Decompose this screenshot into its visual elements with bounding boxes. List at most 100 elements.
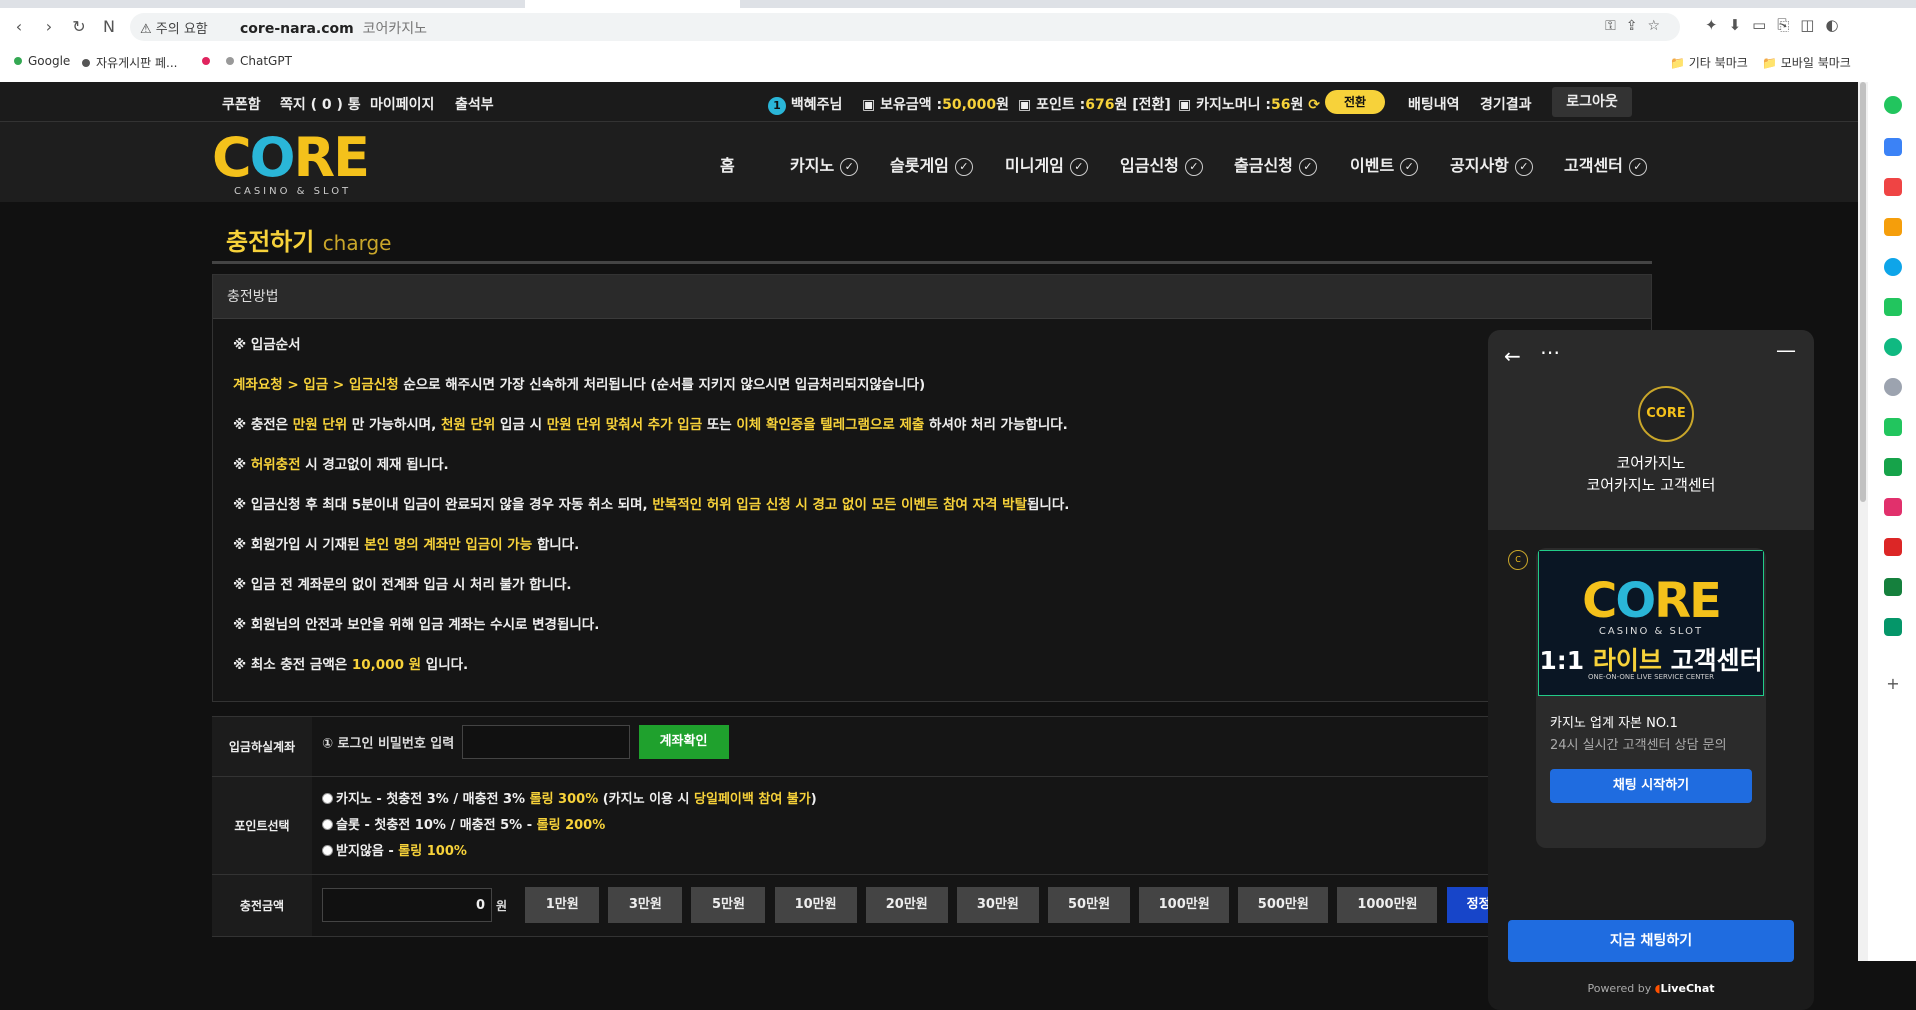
nav-slot[interactable]: 슬롯게임 ✓ bbox=[890, 152, 973, 176]
extension-icons[interactable]: ✦⬇▭⎘◫◐ bbox=[1705, 16, 1850, 34]
nav-label: 고객센터 bbox=[1564, 156, 1623, 175]
message-link[interactable]: 쪽지 ( 0 ) 통 bbox=[280, 94, 361, 114]
more-icon[interactable]: ⋯ bbox=[1540, 340, 1560, 364]
check-icon: ✓ bbox=[1069, 158, 1088, 176]
amount-500man[interactable]: 500만원 bbox=[1238, 887, 1329, 923]
side-app-icon[interactable] bbox=[1884, 618, 1902, 636]
nav-deposit[interactable]: 입금신청 ✓ bbox=[1120, 152, 1203, 176]
side-app-icon[interactable] bbox=[1884, 458, 1902, 476]
side-app-icon[interactable] bbox=[1884, 418, 1902, 436]
check-icon: ✓ bbox=[1298, 158, 1317, 176]
home-icon[interactable]: N bbox=[98, 16, 120, 38]
side-app-icon[interactable] bbox=[1884, 498, 1902, 516]
radio-icon[interactable] bbox=[322, 819, 333, 830]
side-app-icon[interactable] bbox=[1884, 138, 1902, 156]
powered-by[interactable]: Powered by ◖LiveChat bbox=[1488, 982, 1814, 995]
option-highlight: 당일페이백 참여 불가 bbox=[694, 792, 811, 807]
user-info: 1 백혜주님 bbox=[768, 94, 842, 115]
bet-history-link[interactable]: 배팅내역 bbox=[1408, 94, 1460, 114]
security-warning[interactable]: ⚠ 주의 요함 bbox=[140, 18, 208, 37]
side-app-icon[interactable] bbox=[1884, 258, 1902, 276]
nav-notice[interactable]: 공지사항 ✓ bbox=[1450, 152, 1533, 176]
amount-100man[interactable]: 100만원 bbox=[1139, 887, 1230, 923]
page-scrollbar[interactable] bbox=[1858, 82, 1868, 961]
notice-text: ※ 입금순서 bbox=[233, 337, 301, 353]
back-arrow-icon[interactable]: ← bbox=[1504, 344, 1521, 368]
notice-line: ※ 입금 전 계좌문의 없이 전계좌 입금 시 처리 불가 합니다. bbox=[233, 573, 1631, 613]
side-app-icon[interactable] bbox=[1884, 338, 1902, 356]
radio-none[interactable]: 받지않음 - 롤링 100% bbox=[322, 839, 1642, 865]
back-icon[interactable]: ‹ bbox=[8, 16, 30, 38]
amount-20man[interactable]: 20만원 bbox=[865, 887, 948, 923]
point-info[interactable]: ▣ 포인트 :676원 [전환] bbox=[1018, 94, 1171, 114]
amount-10man[interactable]: 10만원 bbox=[774, 887, 857, 923]
side-app-icon[interactable] bbox=[1884, 578, 1902, 596]
mypage-link[interactable]: 마이페이지 bbox=[370, 94, 434, 114]
nav-minigame[interactable]: 미니게임 ✓ bbox=[1005, 152, 1088, 176]
option-highlight: 롤링 300% bbox=[529, 792, 599, 807]
nav-label: 카지노 bbox=[790, 156, 835, 175]
side-app-icon[interactable] bbox=[1884, 298, 1902, 316]
side-app-icon[interactable] bbox=[1884, 538, 1902, 556]
casino-site: 쿠폰함 쪽지 ( 0 ) 통 마이페이지 출석부 1 백혜주님 ▣ 보유금액 :… bbox=[0, 82, 1858, 1010]
nav-label: 입금신청 bbox=[1120, 156, 1179, 175]
nav-home[interactable]: 홈 bbox=[720, 152, 735, 176]
notice-line: 계좌요청 > 입금 > 입금신청 순으로 해주시면 가장 신속하게 처리됩니다 … bbox=[233, 373, 1631, 413]
user-topbar: 쿠폰함 쪽지 ( 0 ) 통 마이페이지 출석부 1 백혜주님 ▣ 보유금액 :… bbox=[0, 82, 1858, 122]
refresh-icon[interactable]: ⟳ bbox=[1308, 97, 1320, 113]
add-icon[interactable]: + bbox=[1884, 674, 1902, 693]
radio-slot[interactable]: 슬롯 - 첫충전 10% / 매충전 5% - 롤링 200% bbox=[322, 813, 1642, 839]
side-app-icon[interactable] bbox=[1884, 218, 1902, 236]
side-app-icon[interactable] bbox=[1884, 378, 1902, 396]
bookmark-red[interactable] bbox=[202, 54, 216, 68]
side-app-icon[interactable] bbox=[1884, 178, 1902, 196]
account-check-button[interactable]: 계좌확인 bbox=[638, 725, 729, 759]
bookmark-label: 자유게시판 페... bbox=[96, 56, 178, 70]
amount-3man[interactable]: 3만원 bbox=[608, 887, 683, 923]
start-chat-button[interactable]: 채팅 시작하기 bbox=[1550, 769, 1752, 803]
amount-1000man[interactable]: 1000만원 bbox=[1337, 887, 1438, 923]
nav-withdraw[interactable]: 출금신청 ✓ bbox=[1234, 152, 1317, 176]
point-row: 포인트선택 카지노 - 첫충전 3% / 매충전 3% 롤링 300% (카지노… bbox=[212, 777, 1652, 875]
active-tab[interactable] bbox=[525, 0, 740, 8]
attendance-link[interactable]: 출석부 bbox=[455, 94, 494, 114]
swap-button[interactable]: 전환 bbox=[1325, 90, 1385, 114]
option-highlight: 롤링 200% bbox=[536, 818, 606, 833]
amount-1man[interactable]: 1만원 bbox=[525, 887, 600, 923]
password-input[interactable] bbox=[462, 725, 631, 759]
account-field: ① 로그인 비밀번호 입력 계좌확인 bbox=[312, 717, 1652, 776]
banner-live-c: 고객센터 bbox=[1661, 646, 1763, 675]
amount-50man[interactable]: 50만원 bbox=[1048, 887, 1131, 923]
bookmark-google[interactable]: Google bbox=[14, 54, 70, 68]
amount-5man[interactable]: 5만원 bbox=[691, 887, 766, 923]
bookmark-chatgpt[interactable]: ChatGPT bbox=[226, 54, 292, 68]
bookmarks-bar: Google 자유게시판 페... ChatGPT 📁 기타 북마크 📁 모바일… bbox=[0, 52, 1916, 74]
notice-text: 시 경고없이 제재 됩니다. bbox=[300, 457, 449, 473]
nav-label: 미니게임 bbox=[1005, 156, 1064, 175]
side-app-icon[interactable] bbox=[1884, 96, 1902, 114]
scrollbar-thumb[interactable] bbox=[1860, 82, 1866, 502]
game-results-link[interactable]: 경기결과 bbox=[1480, 94, 1532, 114]
radio-icon[interactable] bbox=[322, 845, 333, 856]
nav-casino[interactable]: 카지노 ✓ bbox=[790, 152, 859, 176]
coupon-link[interactable]: 쿠폰함 bbox=[222, 94, 261, 114]
address-bar[interactable]: ⚠ 주의 요함 core-nara.com 코어카지노 ⚿⇪☆ bbox=[130, 13, 1680, 41]
amount-input[interactable]: 0 bbox=[322, 888, 492, 922]
radio-icon[interactable] bbox=[322, 793, 333, 804]
nav-support[interactable]: 고객센터 ✓ bbox=[1564, 152, 1647, 176]
nav-event[interactable]: 이벤트 ✓ bbox=[1350, 152, 1419, 176]
minimize-icon[interactable]: — bbox=[1776, 338, 1796, 362]
radio-casino[interactable]: 카지노 - 첫충전 3% / 매충전 3% 롤링 300% (카지노 이용 시 … bbox=[322, 787, 1642, 813]
amount-30man[interactable]: 30만원 bbox=[956, 887, 1039, 923]
reload-icon[interactable]: ↻ bbox=[68, 16, 90, 38]
bookmark-folder-other[interactable]: 📁 기타 북마크 bbox=[1670, 54, 1748, 71]
bookmark-folder-mobile[interactable]: 📁 모바일 북마크 bbox=[1762, 54, 1851, 71]
option-text: 받지않음 - bbox=[336, 844, 399, 859]
forward-icon[interactable]: › bbox=[38, 16, 60, 38]
notice-line: ※ 입금신청 후 최대 5분이내 입금이 완료되지 않을 경우 자동 취소 되며… bbox=[233, 493, 1631, 533]
chat-now-button[interactable]: 지금 채팅하기 bbox=[1508, 920, 1794, 962]
logout-button[interactable]: 로그아웃 bbox=[1552, 87, 1632, 117]
bookmark-board[interactable]: 자유게시판 페... bbox=[82, 54, 178, 71]
omni-icons[interactable]: ⚿⇪☆ bbox=[1605, 18, 1670, 34]
core-logo[interactable]: CORE CASINO & SLOT bbox=[212, 130, 372, 198]
